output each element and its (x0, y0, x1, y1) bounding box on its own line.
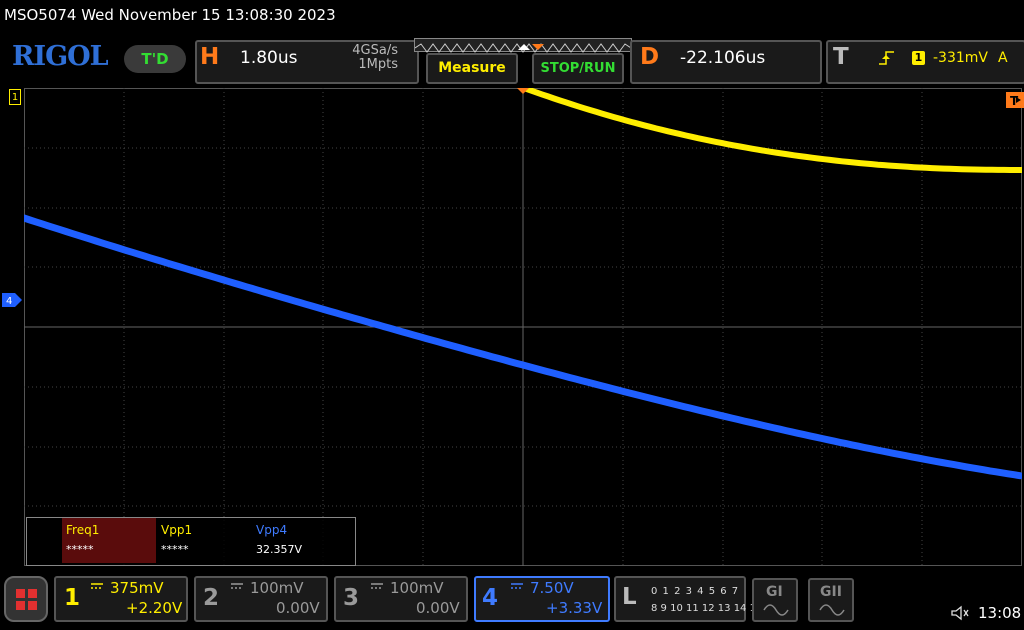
la-channels-row-2: 8 9 10 11 12 13 14 15 (651, 603, 763, 614)
trigger-panel[interactable] (826, 40, 1024, 84)
delay-value: -22.106us (680, 48, 766, 68)
title-bar: MSO5074 Wed November 15 13:08:30 2023 (0, 0, 1024, 34)
sine-wave-icon (763, 604, 789, 616)
meas-label-freq1[interactable]: Freq1 (66, 523, 99, 537)
la-channels-row-1: 0 1 2 3 4 5 6 7 (651, 586, 740, 597)
main-menu-button[interactable] (4, 576, 48, 622)
dc-coupling-icon (91, 583, 103, 589)
channel-3-number: 3 (343, 585, 360, 611)
horizontal-letter: H (200, 44, 220, 70)
td-button[interactable]: T'D (124, 45, 186, 73)
channel-1-offset: +2.20V (126, 599, 183, 617)
system-clock: 13:08 (978, 604, 1022, 622)
dc-coupling-icon (511, 583, 523, 589)
delay-letter: D (640, 44, 660, 70)
dc-coupling-icon (371, 583, 383, 589)
memory-trigger-marker (532, 44, 544, 50)
ch4-offset-marker[interactable]: 4 (2, 293, 22, 307)
meas-value-vpp4: 32.357V (256, 543, 303, 556)
channel-1-number: 1 (64, 585, 81, 611)
generator-2-label: GII (820, 584, 842, 600)
brand-logo: RIGOL (12, 41, 109, 72)
generator-1-label: GI (766, 584, 783, 600)
channel-1-scale: 375mV (110, 579, 164, 597)
grid-menu-icon (16, 589, 37, 610)
memory-depth: 1Mpts (358, 57, 398, 72)
trigger-letter: T (833, 44, 849, 70)
meas-value-freq1: ***** (66, 543, 94, 556)
channel-3-scale: 100mV (390, 579, 444, 597)
channel-2-scale: 100mV (250, 579, 304, 597)
trigger-source-badge: 1 (912, 51, 925, 65)
ch1-offset-marker[interactable]: 1 (9, 89, 21, 105)
trigger-level-marker[interactable]: T (1006, 92, 1024, 108)
trigger-mode: A (998, 50, 1008, 66)
channel-4-scale: 7.50V (530, 579, 574, 597)
memory-overview-bar[interactable] (414, 38, 632, 53)
sample-rate: 4GSa/s (352, 43, 398, 58)
channel-2-offset: 0.00V (276, 599, 320, 617)
meas-value-vpp1: ***** (161, 543, 189, 556)
channel-4-offset: +3.33V (546, 599, 603, 617)
measure-button[interactable]: Measure (426, 53, 518, 84)
timebase-value: 1.80us (240, 48, 298, 68)
window-title: MSO5074 Wed November 15 13:08:30 2023 (4, 6, 336, 24)
meas-label-vpp4[interactable]: Vpp4 (256, 523, 287, 537)
generator-1-button[interactable]: GI (752, 578, 798, 622)
ch4-marker-label: 4 (6, 296, 12, 307)
logic-analyzer-letter: L (622, 584, 637, 610)
stop-run-button[interactable]: STOP/RUN (532, 53, 624, 84)
dc-coupling-icon (231, 583, 243, 589)
channel-2-number: 2 (203, 585, 220, 611)
sine-wave-icon (819, 604, 845, 616)
speaker-icon[interactable] (950, 604, 970, 622)
meas-label-vpp1[interactable]: Vpp1 (161, 523, 192, 537)
rising-edge-icon (879, 51, 894, 65)
waveform-display[interactable] (24, 88, 1022, 566)
channel-3-offset: 0.00V (416, 599, 460, 617)
trigger-level: -331mV (933, 50, 988, 66)
channel-4-number: 4 (482, 585, 499, 611)
generator-2-button[interactable]: GII (808, 578, 854, 622)
